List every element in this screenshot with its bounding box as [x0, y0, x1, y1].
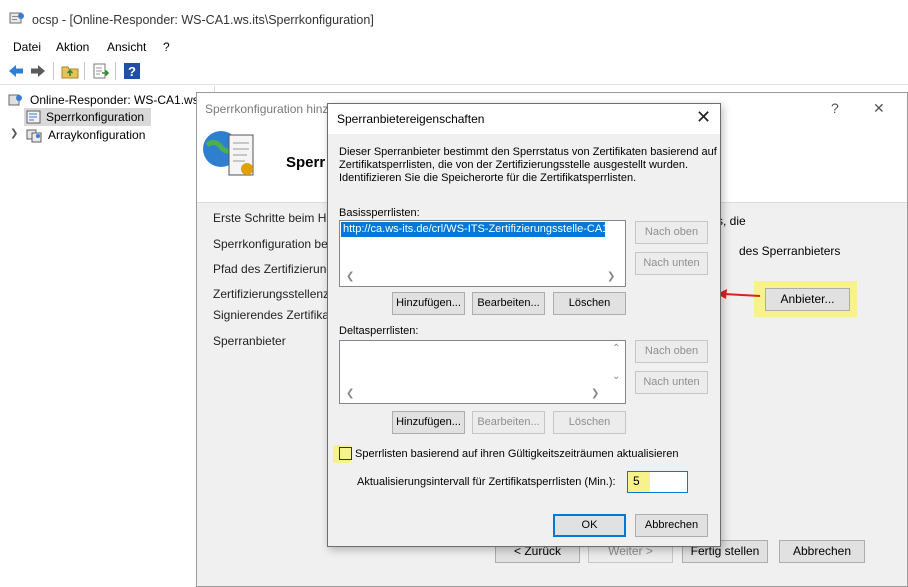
wizard-nav-item: Erste Schritte beim Hin	[213, 211, 336, 225]
scroll-down-icon[interactable]: ⌄	[612, 371, 620, 382]
toolbar-separator	[84, 62, 85, 80]
tree-item-label: Sperrkonfiguration	[46, 110, 145, 124]
help-icon[interactable]: ?	[831, 100, 839, 116]
interval-label: Aktualisierungsintervall für Zertifikats…	[357, 476, 616, 488]
scroll-left-icon[interactable]: ❮	[346, 388, 354, 399]
delta-crl-add-button[interactable]: Hinzufügen...	[392, 411, 465, 434]
svg-text:?: ?	[128, 64, 136, 79]
base-crl-edit-button[interactable]: Bearbeiten...	[472, 292, 545, 315]
dialog-cancel-button[interactable]: Abbrechen	[635, 514, 708, 537]
delta-crl-edit-button[interactable]: Bearbeiten...	[472, 411, 545, 434]
base-crl-label: Basissperrlisten:	[339, 207, 420, 219]
base-crl-up-button[interactable]: Nach oben	[635, 221, 708, 244]
export-list-icon[interactable]	[92, 62, 110, 80]
tree-item-label: Arraykonfiguration	[48, 128, 146, 142]
scroll-up-icon[interactable]: ⌃	[612, 343, 620, 354]
scroll-left-icon[interactable]: ❮	[346, 271, 354, 282]
interval-value: 5	[633, 474, 640, 488]
wizard-nav-item: Sperrkonfiguration be	[213, 237, 328, 251]
up-folder-icon[interactable]	[61, 62, 79, 80]
delta-crl-up-button[interactable]: Nach oben	[635, 340, 708, 363]
close-icon[interactable]: ✕	[873, 100, 885, 117]
wizard-nav-item: Signierendes Zertifikat	[213, 308, 333, 322]
window-title: ocsp - [Online-Responder: WS-CA1.ws.its\…	[32, 13, 374, 27]
base-crl-add-button[interactable]: Hinzufügen...	[392, 292, 465, 315]
provider-button[interactable]: Anbieter...	[765, 288, 850, 311]
delta-crl-delete-button[interactable]: Löschen	[553, 411, 626, 434]
delta-crl-list[interactable]: ⌃ ⌄ ❮ ❯	[339, 340, 626, 404]
toolbar-separator	[115, 62, 116, 80]
revocation-config-icon	[26, 110, 41, 124]
wizard-nav-item-current: Sperranbieter	[213, 334, 286, 348]
dialog-title: Sperranbietereigenschaften	[337, 112, 485, 126]
scroll-right-icon[interactable]: ❯	[591, 388, 599, 399]
wizard-title: Sperrkonfiguration hinz	[205, 102, 329, 116]
menu-datei[interactable]: Datei	[13, 40, 41, 54]
list-item[interactable]: http://ca.ws-its.de/crl/WS-ITS-Zertifizi…	[341, 222, 605, 237]
wizard-nav-item: Zertifizierungsstellenz	[213, 287, 330, 301]
wizard-body-text: des Sperranbieters	[739, 244, 841, 258]
expand-chevron-icon[interactable]: ❯	[10, 128, 18, 139]
dialog-description: Dieser Sperranbieter bestimmt den Sperrs…	[339, 146, 717, 184]
delta-crl-label: Deltasperrlisten:	[339, 325, 419, 337]
wizard-cancel-button[interactable]: Abbrechen	[779, 540, 865, 563]
menu-help[interactable]: ?	[163, 40, 170, 54]
back-arrow-icon[interactable]	[7, 62, 25, 80]
array-config-icon	[26, 129, 42, 143]
forward-arrow-icon[interactable]	[29, 62, 47, 80]
base-crl-delete-button[interactable]: Löschen	[553, 292, 626, 315]
scroll-right-icon[interactable]: ❯	[607, 271, 615, 282]
close-icon[interactable]: ✕	[696, 107, 711, 128]
tree-item-arraykonfiguration[interactable]: ❯ Arraykonfiguration	[10, 126, 170, 144]
horizontal-scrollbar[interactable]: ❮ ❯	[341, 387, 607, 402]
base-crl-down-button[interactable]: Nach unten	[635, 252, 708, 275]
tree-root-label: Online-Responder: WS-CA1.ws.i	[30, 93, 205, 107]
menu-ansicht[interactable]: Ansicht	[107, 40, 146, 54]
menu-aktion[interactable]: Aktion	[56, 40, 89, 54]
horizontal-scrollbar[interactable]: ❮ ❯	[341, 270, 624, 285]
wizard-body-text: s, die	[717, 214, 746, 228]
toolbar-separator	[53, 62, 54, 80]
validity-checkbox[interactable]	[339, 447, 352, 460]
console-tree	[0, 86, 215, 587]
base-crl-list[interactable]: http://ca.ws-its.de/crl/WS-ITS-Zertifizi…	[339, 220, 626, 287]
wizard-nav-item: Pfad des Zertifizierung	[213, 262, 334, 276]
certificate-globe-icon	[203, 131, 254, 176]
annotation-arrow-icon	[717, 289, 760, 299]
server-icon	[8, 94, 22, 106]
validity-checkbox-label[interactable]: Sperrlisten basierend auf ihren Gültigke…	[355, 448, 678, 460]
wizard-heading: Sperr	[286, 154, 326, 171]
certificate-snapin-icon	[9, 12, 24, 24]
help-icon[interactable]: ?	[123, 62, 141, 80]
ok-button[interactable]: OK	[553, 514, 626, 537]
tree-root[interactable]: Online-Responder: WS-CA1.ws.i	[8, 91, 208, 109]
tree-item-sperrkonfiguration[interactable]: Sperrkonfiguration	[24, 108, 151, 126]
delta-crl-down-button[interactable]: Nach unten	[635, 371, 708, 394]
dialog-titlebar: Sperranbietereigenschaften ✕	[328, 104, 720, 134]
